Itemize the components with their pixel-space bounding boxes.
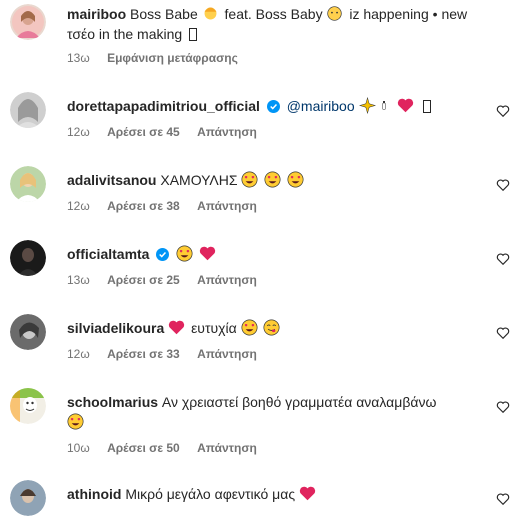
likes-count[interactable]: Αρέσει σε 38	[107, 199, 180, 213]
avatar[interactable]	[10, 240, 46, 276]
comment-meta: 12ω Αρέσει σε 45 Απάντηση	[67, 125, 257, 139]
heart-outline-icon[interactable]	[496, 252, 510, 266]
reply-button[interactable]: Απάντηση	[197, 125, 257, 139]
comment-text: dorettapapadimitriou_official @mairiboo	[67, 96, 487, 116]
heart-eyes-emoji	[264, 171, 281, 188]
heart-eyes-emoji	[67, 413, 84, 430]
comment-text: schoolmarius Αν χρειαστεί βοηθό γραμματέ…	[67, 392, 497, 432]
likes-count[interactable]: Αρέσει σε 25	[107, 273, 180, 287]
comment-meta: 13ω Αρέσει σε 25 Απάντηση	[67, 273, 257, 287]
caption-text: mairiboo Boss Babe feat. Boss Baby iz ha…	[67, 6, 468, 42]
red-heart-emoji	[169, 320, 185, 335]
verified-badge-icon	[156, 248, 170, 261]
reply-button[interactable]: Απάντηση	[197, 441, 257, 455]
comment-meta: 12ω Αρέσει σε 38 Απάντηση	[67, 199, 257, 213]
heart-outline-icon[interactable]	[496, 492, 510, 506]
username[interactable]: dorettapapadimitriou_official	[67, 98, 260, 114]
sparkle-emoji	[358, 97, 376, 114]
comments-panel: mairiboo Boss Babe feat. Boss Baby iz ha…	[0, 0, 520, 516]
heart-eyes-emoji	[241, 171, 258, 188]
avatar[interactable]	[10, 4, 46, 40]
mention-link[interactable]: @mairiboo	[287, 98, 355, 114]
red-heart-emoji	[299, 486, 316, 501]
username[interactable]: schoolmarius	[67, 394, 158, 410]
likes-count[interactable]: Αρέσει σε 33	[107, 347, 180, 361]
heart-eyes-emoji	[287, 171, 304, 188]
comment-text: adalivitsanou ΧΑΜΟΥΛΗΣ	[67, 170, 487, 190]
reply-button[interactable]: Απάντηση	[197, 347, 257, 361]
caption-meta: 13ω Εμφάνιση μετάφρασης	[67, 51, 238, 65]
unknown-glyph-icon	[189, 28, 198, 41]
heart-outline-icon[interactable]	[496, 400, 510, 414]
yum-face-emoji	[263, 319, 280, 336]
username[interactable]: mairiboo	[67, 6, 126, 22]
heart-eyes-emoji	[176, 245, 193, 262]
reply-button[interactable]: Απάντηση	[197, 273, 257, 287]
likes-count[interactable]: Αρέσει σε 50	[107, 441, 180, 455]
verified-badge-icon	[266, 100, 280, 113]
avatar[interactable]	[10, 314, 46, 350]
reply-button[interactable]: Απάντηση	[197, 199, 257, 213]
avatar[interactable]	[10, 388, 46, 424]
avatar[interactable]	[10, 166, 46, 202]
comment-meta: 10ω Αρέσει σε 50 Απάντηση	[67, 441, 257, 455]
red-heart-emoji	[398, 98, 414, 113]
baby-bottle-emoji	[382, 101, 387, 110]
username[interactable]: adalivitsanou	[67, 172, 156, 188]
avatar[interactable]	[10, 480, 46, 516]
heart-outline-icon[interactable]	[496, 178, 510, 192]
comment-text: officialtamta	[67, 244, 487, 264]
baby-face-emoji	[327, 6, 343, 21]
heart-outline-icon[interactable]	[496, 326, 510, 340]
comment-text: athinoid Μικρό μεγάλο αφεντικό μας	[67, 484, 487, 504]
unknown-glyph-icon	[423, 100, 432, 113]
red-heart-emoji	[199, 246, 216, 261]
comment-text: silviadelikoura ευτυχία	[67, 318, 487, 338]
username[interactable]: athinoid	[67, 486, 121, 502]
avatar[interactable]	[10, 92, 46, 128]
baby-emoji	[204, 7, 217, 20]
comment-meta: 12ω Αρέσει σε 33 Απάντηση	[67, 347, 257, 361]
likes-count[interactable]: Αρέσει σε 45	[107, 125, 180, 139]
username[interactable]: officialtamta	[67, 246, 149, 262]
heart-eyes-emoji	[241, 319, 258, 336]
show-translation-button[interactable]: Εμφάνιση μετάφρασης	[107, 51, 238, 65]
heart-outline-icon[interactable]	[496, 104, 510, 118]
username[interactable]: silviadelikoura	[67, 320, 164, 336]
